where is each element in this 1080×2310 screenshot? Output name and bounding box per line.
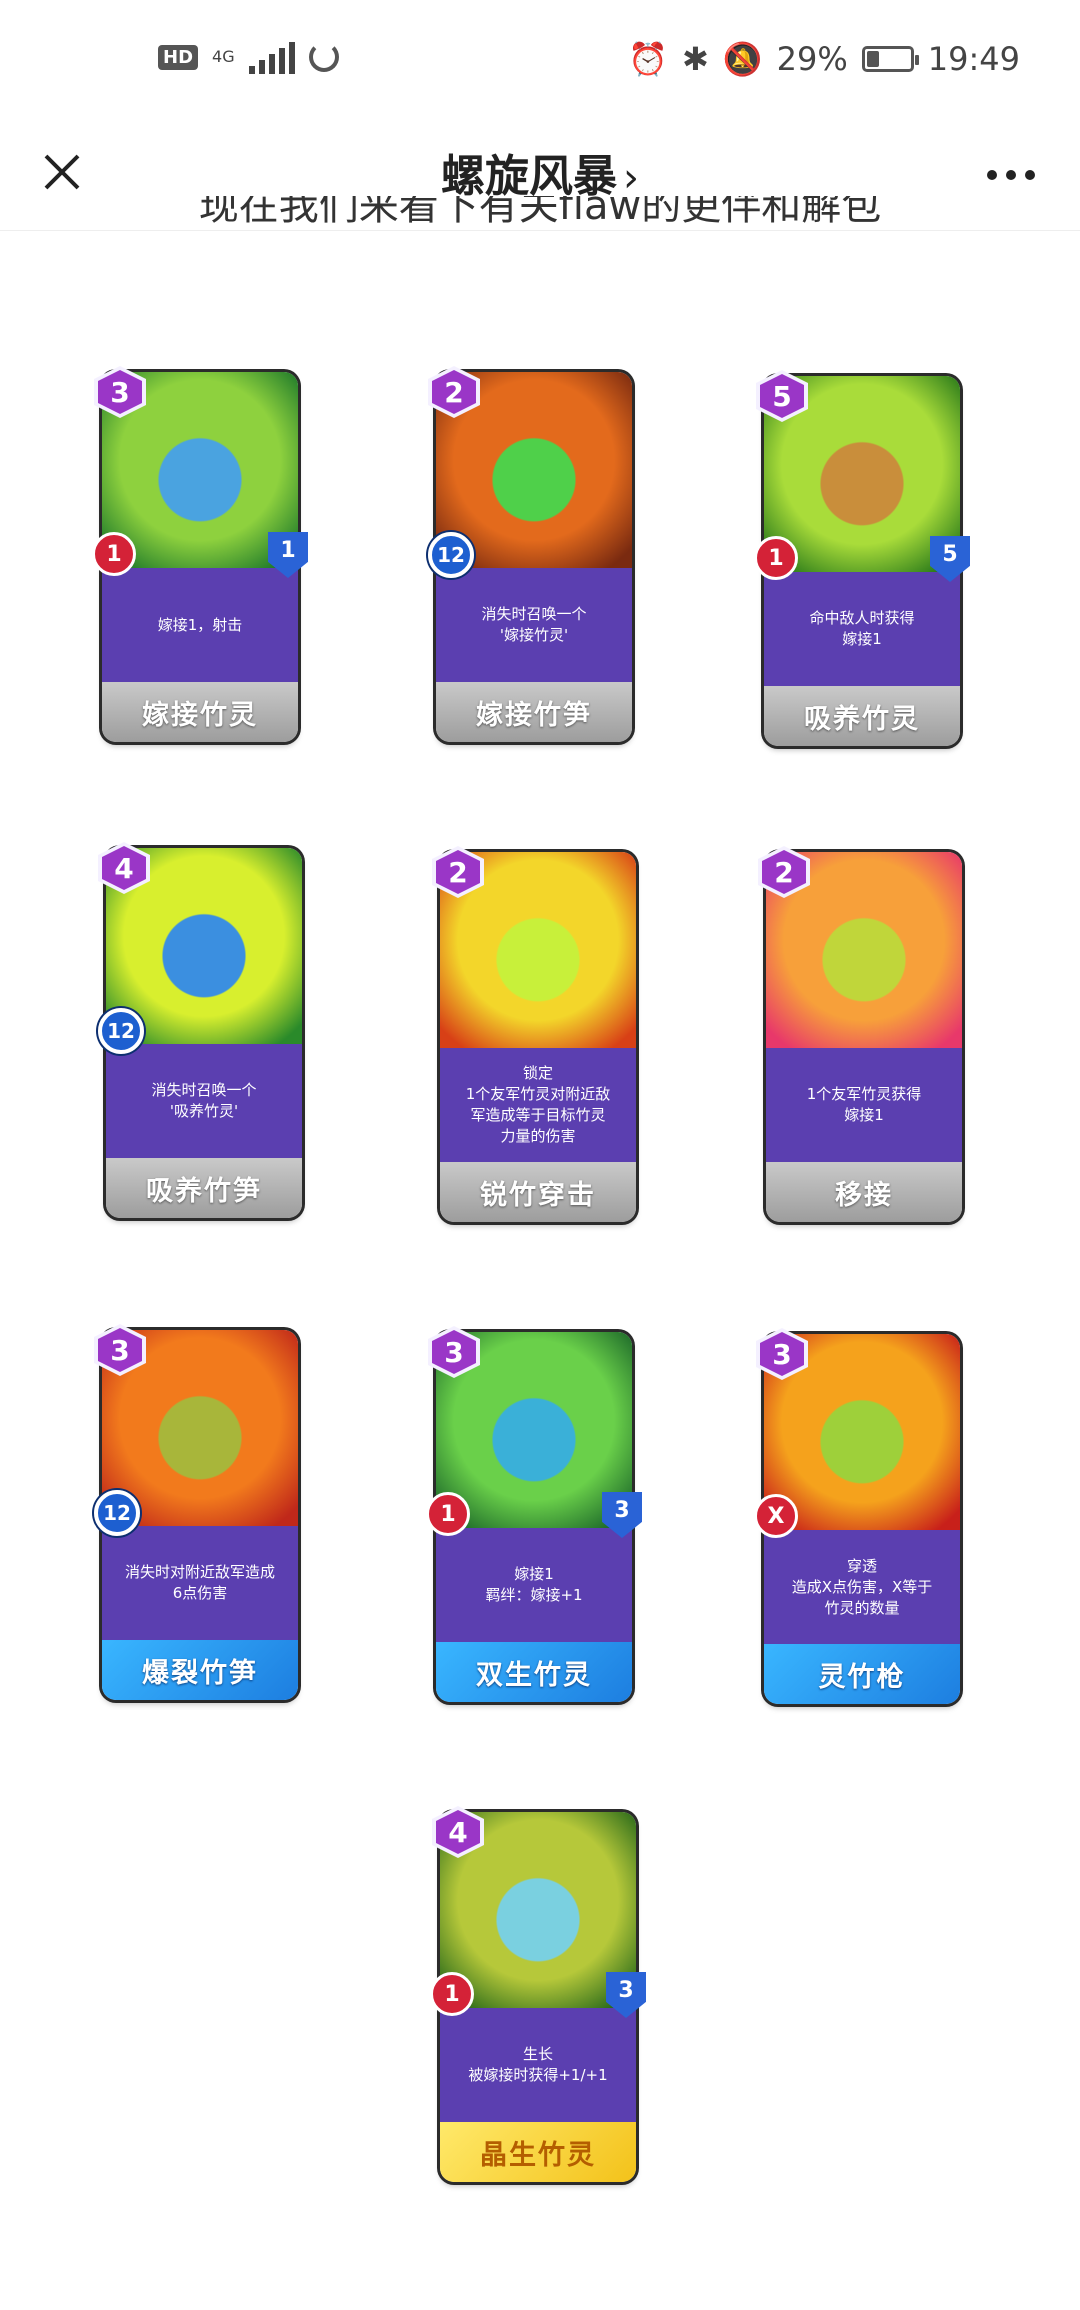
mute-icon: 🔕 (722, 40, 763, 78)
card-name: 爆裂竹笋 (102, 1640, 298, 1700)
card-description: 消失时对附近敌军造成 6点伤害 (102, 1526, 298, 1640)
chevron-right-icon: › (623, 155, 639, 201)
card-description: 锁定 1个友军竹灵对附近敌 军造成等于目标竹灵 力量的伤害 (440, 1048, 636, 1162)
card-description: 消失时召唤一个 '吸养竹灵' (106, 1044, 302, 1158)
more-dot (1006, 170, 1016, 180)
card-cost: 2 (432, 370, 476, 414)
attack-icon: 1 (92, 532, 136, 576)
card-description: 消失时召唤一个 '嫁接竹灵' (436, 568, 632, 682)
card-name: 嫁接竹笋 (436, 682, 632, 742)
card[interactable]: 消失时召唤一个 '嫁接竹灵' 嫁接竹笋 2 12 (428, 366, 632, 742)
status-right: ⏰ ✱ 🔕 29% 19:49 (628, 40, 1020, 78)
card[interactable]: 穿透 造成X点伤害，X等于 竹灵的数量 灵竹枪 3 X (754, 1328, 960, 1704)
card[interactable]: 锁定 1个友军竹灵对附近敌 军造成等于目标竹灵 力量的伤害 锐竹穿击 2 (432, 846, 636, 1222)
card-description-text: 命中敌人时获得 嫁接1 (809, 609, 915, 648)
card[interactable]: 1个友军竹灵获得 嫁接1 移接 2 (758, 846, 962, 1222)
card-cost: 3 (760, 1332, 804, 1376)
card-description-text: 嫁接1，射击 (157, 615, 243, 634)
card-description-text: 1个友军竹灵获得 嫁接1 (806, 1085, 922, 1124)
card-cost: 2 (436, 850, 480, 894)
timer-icon: 12 (98, 1008, 144, 1054)
card-cost: 2 (762, 850, 806, 894)
card[interactable]: 嫁接1，射击 嫁接竹灵 3 1 1 (92, 366, 308, 742)
card[interactable]: 命中敌人时获得 嫁接1 吸养竹灵 5 1 5 (754, 370, 970, 746)
card-description: 嫁接1，射击 (102, 568, 298, 682)
card-description: 穿透 造成X点伤害，X等于 竹灵的数量 (764, 1530, 960, 1644)
card-name: 移接 (766, 1162, 962, 1222)
card-description-text: 生长 被嫁接时获得+1/+1 (468, 2045, 608, 2084)
hd-badge: HD (158, 44, 199, 70)
card[interactable]: 消失时对附近敌军造成 6点伤害爆裂竹笋 3 12 (94, 1324, 298, 1700)
card-body: 锁定 1个友军竹灵对附近敌 军造成等于目标竹灵 力量的伤害锐竹穿击 (440, 852, 636, 1222)
battery-percent: 29% (776, 40, 848, 78)
card-description: 命中敌人时获得 嫁接1 (764, 572, 960, 686)
card-description-text: 穿透 造成X点伤害，X等于 竹灵的数量 (791, 1556, 933, 1617)
card[interactable]: 生长 被嫁接时获得+1/+1 晶生竹灵 4 1 3 (430, 1806, 646, 2182)
signal-icon (248, 40, 295, 74)
card-description-text: 锁定 1个友军竹灵对附近敌 军造成等于目标竹灵 力量的伤害 (465, 1064, 611, 1145)
card-name: 灵竹枪 (764, 1644, 960, 1704)
card-name: 嫁接竹灵 (102, 682, 298, 742)
status-bar: HD 4G ⏰ ✱ 🔕 29% 19:49 (0, 0, 1080, 120)
card-cost: 3 (98, 370, 142, 414)
card-cost: 5 (760, 374, 804, 418)
more-dot (1025, 170, 1035, 180)
card-name: 双生竹灵 (436, 1642, 632, 1702)
card-cost: 4 (436, 1810, 480, 1854)
more-button[interactable] (976, 150, 1046, 200)
timer-icon: 12 (94, 1490, 140, 1536)
attack-icon: 1 (754, 536, 798, 580)
card-name: 吸养竹灵 (764, 686, 960, 746)
network-type: 4G (212, 47, 235, 66)
card[interactable]: 消失时召唤一个 '吸养竹灵' 吸养竹笋 4 12 (98, 842, 302, 1218)
attack-icon: X (754, 1494, 798, 1538)
card-description-text: 消失时对附近敌军造成 6点伤害 (124, 1563, 275, 1602)
card-description: 生长 被嫁接时获得+1/+1 (440, 2008, 636, 2122)
card-description-text: 消失时召唤一个 '吸养竹灵' (151, 1081, 257, 1120)
page-title-text: 螺旋风暴 (441, 151, 617, 202)
article-text-partial: 现在我们来看下有关flaw的更伴和解包 (198, 196, 882, 229)
card-description-text: 消失时召唤一个 '嫁接竹灵' (481, 605, 587, 644)
card-cost: 3 (98, 1328, 142, 1372)
status-left: HD 4G (158, 40, 339, 74)
card-name: 锐竹穿击 (440, 1162, 636, 1222)
page-title[interactable]: 螺旋风暴 › (0, 140, 1080, 204)
card-description: 1个友军竹灵获得 嫁接1 (766, 1048, 962, 1162)
card-body: 1个友军竹灵获得 嫁接1 移接 (766, 852, 962, 1222)
attack-icon: 1 (426, 1492, 470, 1536)
timer-icon: 12 (428, 532, 474, 578)
card-description: 嫁接1 羁绊：嫁接+1 (436, 1528, 632, 1642)
card-cost: 3 (432, 1330, 476, 1374)
card-name: 吸养竹笋 (106, 1158, 302, 1218)
card-name: 晶生竹灵 (440, 2122, 636, 2182)
loading-icon (308, 42, 339, 72)
attack-icon: 1 (430, 1972, 474, 2016)
card-cost: 4 (102, 846, 146, 890)
card[interactable]: 嫁接1 羁绊：嫁接+1 双生竹灵 3 1 3 (426, 1326, 642, 1702)
bluetooth-icon: ✱ (682, 40, 709, 78)
clock: 19:49 (927, 40, 1020, 78)
battery-icon (861, 46, 919, 72)
alarm-icon: ⏰ (628, 40, 668, 78)
more-dot (987, 170, 997, 180)
card-description-text: 嫁接1 羁绊：嫁接+1 (485, 1565, 583, 1604)
